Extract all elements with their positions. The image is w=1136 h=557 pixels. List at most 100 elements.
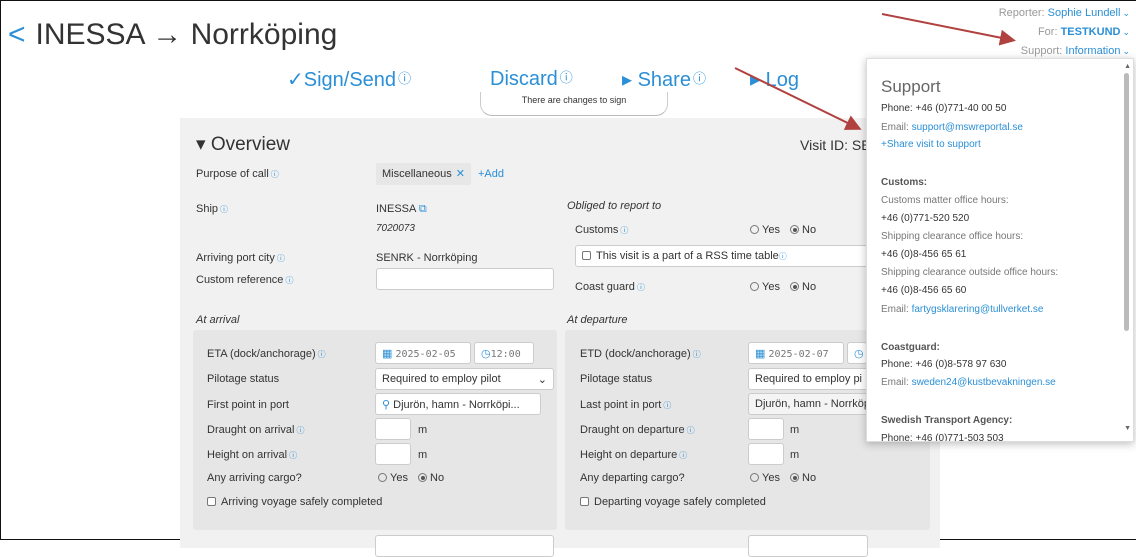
support-email: Email: support@mswreportal.se bbox=[881, 122, 1023, 133]
radio-icon bbox=[790, 282, 799, 291]
eta-label: ETA (dock/anchorage) ⓘ bbox=[207, 348, 326, 360]
arriving-cargo-label: Any arriving cargo? bbox=[207, 472, 302, 484]
help-icon[interactable]: ⓘ bbox=[398, 71, 411, 86]
help-icon[interactable]: ⓘ bbox=[560, 70, 573, 85]
coast-phone: Phone: +46 (0)8-578 97 630 bbox=[881, 359, 1007, 370]
last-point-label: Last point in port ⓘ bbox=[580, 399, 672, 411]
radio-icon bbox=[750, 282, 759, 291]
customs-label: Customs ⓘ bbox=[575, 224, 629, 236]
for-label: For: bbox=[1037, 26, 1058, 38]
clock-icon: ◷ bbox=[854, 348, 864, 360]
clearance-phone: +46 (0)8-456 65 61 bbox=[881, 249, 967, 260]
arriving-cargo-no-radio[interactable]: No bbox=[418, 472, 444, 484]
customs-no-radio[interactable]: No bbox=[790, 224, 816, 236]
reporter-value[interactable]: Sophie Lundell bbox=[1048, 7, 1121, 19]
add-purpose-button[interactable]: +Add bbox=[478, 168, 504, 180]
customs-hours-phone: +46 (0)771-520 520 bbox=[881, 213, 970, 224]
coast-email: Email: sweden24@kustbevakningen.se bbox=[881, 377, 1056, 388]
chevron-down-icon: ⌄ bbox=[537, 374, 547, 386]
radio-icon bbox=[750, 473, 759, 482]
height-departure-input[interactable] bbox=[748, 443, 784, 465]
customs-email-link[interactable]: fartygsklarering@tullverket.se bbox=[912, 304, 1044, 315]
chevron-down-icon[interactable]: ⌄ bbox=[1122, 46, 1130, 56]
help-icon: ⓘ bbox=[686, 426, 695, 435]
radio-icon bbox=[790, 225, 799, 234]
eta-date-input[interactable]: ▦ 2025-02-05 bbox=[375, 342, 471, 364]
next-row-input[interactable] bbox=[375, 535, 554, 557]
support-dropdown[interactable]: Information bbox=[1065, 45, 1120, 57]
draught-arrival-input[interactable] bbox=[375, 418, 411, 440]
scroll-up-icon[interactable]: ▲ bbox=[1124, 63, 1131, 70]
help-icon: ⓘ bbox=[296, 426, 305, 435]
departing-cargo-label: Any departing cargo? bbox=[580, 472, 685, 484]
copy-icon[interactable]: ⧉ bbox=[419, 203, 427, 215]
help-icon: ⓘ bbox=[270, 170, 279, 179]
checkbox-icon bbox=[582, 251, 591, 260]
scrollbar-thumb[interactable] bbox=[1124, 73, 1129, 331]
log-button[interactable]: ▸ Log bbox=[750, 67, 799, 92]
customs-email: Email: fartygsklarering@tullverket.se bbox=[881, 304, 1044, 315]
changes-notice: There are changes to sign bbox=[480, 92, 668, 116]
remove-icon[interactable]: ✕ bbox=[456, 168, 465, 180]
overview-toggle[interactable]: ▾ Overview bbox=[196, 133, 290, 156]
arriving-cargo-yes-radio[interactable]: Yes bbox=[378, 472, 408, 484]
pilotage-label: Pilotage status bbox=[580, 373, 653, 385]
next-row-input[interactable] bbox=[748, 535, 868, 557]
arriving-port-value: SENRK - Norrköping bbox=[376, 252, 478, 264]
unit-label: m bbox=[790, 449, 800, 461]
etd-date-input[interactable]: ▦ 2025-02-07 bbox=[748, 342, 844, 364]
departing-completed-checkbox[interactable]: Departing voyage safely completed bbox=[580, 496, 766, 508]
sign-send-button[interactable]: ✓Sign/Send ⓘ bbox=[287, 67, 411, 92]
share-button[interactable]: ▸ Share ⓘ bbox=[622, 67, 706, 92]
scroll-down-icon[interactable]: ▼ bbox=[1124, 425, 1131, 432]
sta-heading: Swedish Transport Agency: bbox=[881, 415, 1013, 426]
coast-yes-radio[interactable]: Yes bbox=[750, 281, 780, 293]
height-departure-label: Height on departure ⓘ bbox=[580, 449, 688, 461]
help-icon: ⓘ bbox=[636, 283, 645, 292]
discard-button[interactable]: Discard ⓘ bbox=[490, 67, 573, 91]
etd-time-input[interactable]: ◷ bbox=[847, 342, 867, 364]
purpose-label: Purpose of call ⓘ bbox=[196, 168, 279, 180]
share-label: ▸ Share bbox=[622, 69, 691, 91]
draught-departure-label: Draught on departure ⓘ bbox=[580, 424, 695, 436]
draught-departure-input[interactable] bbox=[748, 418, 784, 440]
help-icon: ⓘ bbox=[220, 205, 229, 214]
help-icon: ⓘ bbox=[679, 451, 688, 460]
customs-yes-radio[interactable]: Yes bbox=[750, 224, 780, 236]
last-point-input[interactable]: Djurön, hamn - Norrköp bbox=[748, 393, 868, 415]
calendar-icon: ▦ bbox=[382, 348, 393, 360]
ship-name: INESSA ⧉ bbox=[376, 203, 427, 215]
unit-label: m bbox=[418, 424, 428, 436]
departure-pilotage-select[interactable]: Required to employ pi bbox=[748, 368, 868, 390]
customs-hours-label: Customs matter office hours: bbox=[881, 195, 1009, 206]
support-email-link[interactable]: support@mswreportal.se bbox=[912, 122, 1023, 133]
sta-phone: Phone: +46 (0)771-503 503 bbox=[881, 433, 1004, 442]
custom-reference-input[interactable] bbox=[376, 268, 554, 290]
radio-icon bbox=[750, 225, 759, 234]
reporter-info: Reporter: Sophie Lundell ⌄ For: TESTKUND ⌄… bbox=[999, 4, 1130, 61]
departing-cargo-no-radio[interactable]: No bbox=[790, 472, 816, 484]
visit-id: Visit ID: SE bbox=[800, 137, 871, 153]
height-arrival-input[interactable] bbox=[375, 443, 411, 465]
arrival-heading: At arrival bbox=[196, 314, 240, 326]
chevron-down-icon[interactable]: ⌄ bbox=[1122, 27, 1130, 37]
coast-email-link[interactable]: sweden24@kustbevakningen.se bbox=[912, 377, 1056, 388]
help-icon: ⓘ bbox=[317, 350, 326, 359]
unit-label: m bbox=[418, 449, 428, 461]
help-icon: ⓘ bbox=[778, 252, 787, 261]
back-chevron-icon[interactable]: < bbox=[8, 18, 26, 51]
pilotage-select[interactable]: Required to employ pilot ⌄ bbox=[375, 368, 554, 390]
first-point-input[interactable]: ⚲ Djurön, hamn - Norrköpi... bbox=[375, 393, 541, 415]
eta-time-input[interactable]: ◷12:00 bbox=[474, 342, 534, 364]
departing-cargo-yes-radio[interactable]: Yes bbox=[750, 472, 780, 484]
purpose-tag-label: Miscellaneous bbox=[382, 168, 452, 180]
departure-heading: At departure bbox=[567, 314, 628, 326]
coast-no-radio[interactable]: No bbox=[790, 281, 816, 293]
chevron-down-icon[interactable]: ⌄ bbox=[1122, 8, 1130, 18]
share-to-support-link[interactable]: +Share visit to support bbox=[881, 139, 1109, 150]
help-icon[interactable]: ⓘ bbox=[693, 71, 706, 86]
for-value[interactable]: TESTKUND bbox=[1061, 26, 1121, 38]
rss-checkbox[interactable]: This visit is a part of a RSS time table… bbox=[575, 245, 875, 267]
arriving-completed-checkbox[interactable]: Arriving voyage safely completed bbox=[207, 496, 382, 508]
help-icon: ⓘ bbox=[620, 226, 629, 235]
